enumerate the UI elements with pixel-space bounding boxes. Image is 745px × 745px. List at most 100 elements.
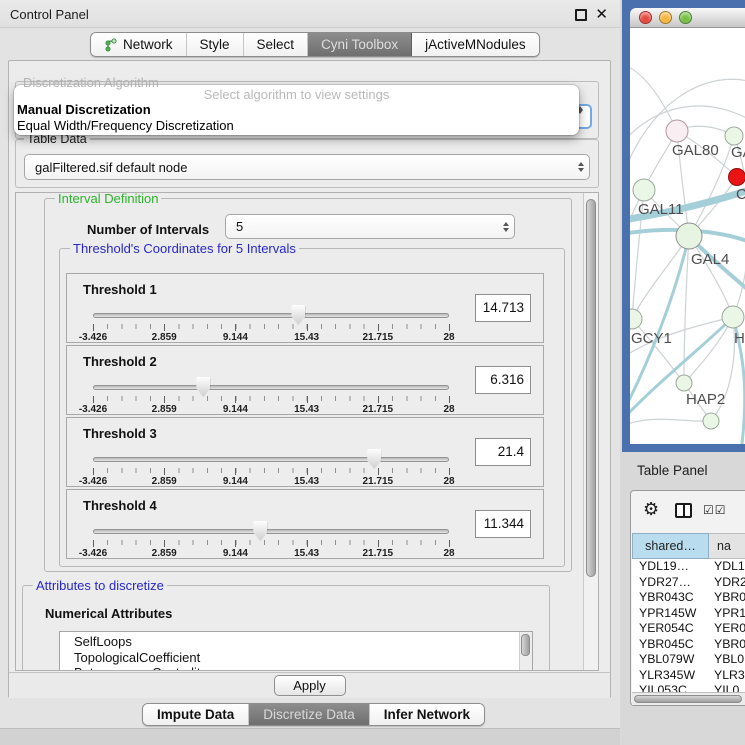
cell-name[interactable]: YDL1 bbox=[709, 559, 745, 575]
column-header-name[interactable]: na bbox=[709, 533, 745, 559]
network-edge[interactable] bbox=[684, 317, 733, 383]
minimize-traffic-light-icon[interactable] bbox=[659, 11, 672, 24]
list-item[interactable]: SelfLoops bbox=[60, 632, 532, 650]
gear-icon[interactable]: ⚙ bbox=[643, 499, 659, 520]
table-row[interactable]: YBR043CYBR0 bbox=[632, 590, 745, 606]
slider-track[interactable] bbox=[93, 385, 449, 390]
network-edge[interactable] bbox=[632, 236, 689, 319]
threshold-3-slider[interactable]: -3.4262.8599.14415.4321.71528 bbox=[93, 446, 449, 486]
network-node-hap2[interactable] bbox=[676, 375, 692, 391]
close-icon[interactable]: ✕ bbox=[595, 5, 608, 23]
table-row[interactable]: YBR045CYBR0 bbox=[632, 637, 745, 653]
network-node-c[interactable] bbox=[729, 169, 745, 186]
select-columns-icon[interactable]: ☑☑ bbox=[703, 503, 727, 517]
slider-thumb[interactable] bbox=[367, 449, 381, 469]
network-edge[interactable] bbox=[632, 319, 684, 383]
column-header-shared-name[interactable]: shared… bbox=[632, 533, 709, 559]
slider-track[interactable] bbox=[93, 457, 449, 462]
number-of-intervals-combobox[interactable]: 5 bbox=[225, 214, 515, 239]
tab-style[interactable]: Style bbox=[187, 33, 244, 56]
tab-cyni-toolbox[interactable]: Cyni Toolbox bbox=[308, 33, 412, 56]
table-row[interactable]: YLR345WYLR3 bbox=[632, 668, 745, 684]
slider-track[interactable] bbox=[93, 529, 449, 534]
network-edge[interactable] bbox=[689, 236, 733, 317]
cell-shared-name[interactable]: YBR043C bbox=[632, 590, 709, 606]
tab-select[interactable]: Select bbox=[244, 33, 309, 56]
cell-shared-name[interactable]: YDL19… bbox=[632, 559, 709, 575]
network-node-gal4[interactable] bbox=[676, 223, 702, 249]
settings-scroll-viewport: Interval Definition Number of Intervals … bbox=[15, 192, 599, 671]
cell-shared-name[interactable]: YPR145W bbox=[632, 606, 709, 622]
cell-name[interactable]: YBR0 bbox=[709, 590, 745, 606]
threshold-3-value-field[interactable]: 21.4 bbox=[475, 438, 531, 466]
slider-major-tick bbox=[164, 540, 165, 547]
cell-name[interactable]: YIL0 bbox=[709, 683, 745, 692]
network-node-gal80[interactable] bbox=[666, 120, 688, 142]
table-horizontal-scrollbar[interactable] bbox=[632, 692, 745, 705]
cell-shared-name[interactable]: YER054C bbox=[632, 621, 709, 637]
tab-discretize-data[interactable]: Discretize Data bbox=[249, 704, 370, 725]
network-window-titlebar[interactable] bbox=[630, 8, 745, 28]
network-node-h[interactable] bbox=[722, 306, 744, 328]
columns-icon[interactable] bbox=[675, 503, 692, 518]
slider-thumb[interactable] bbox=[196, 377, 210, 397]
cell-name[interactable]: YBR0 bbox=[709, 637, 745, 653]
settings-vertical-scrollbar[interactable] bbox=[583, 193, 598, 670]
tab-jactivemnodules[interactable]: jActiveMNodules bbox=[412, 33, 539, 56]
slider-major-tick bbox=[93, 324, 94, 331]
cell-name[interactable]: YLR3 bbox=[709, 668, 745, 684]
scrollbar-thumb[interactable] bbox=[586, 199, 596, 577]
cell-shared-name[interactable]: YBL079W bbox=[632, 652, 709, 668]
threshold-4-value-field[interactable]: 11.344 bbox=[475, 510, 531, 538]
number-of-intervals-label: Number of Intervals bbox=[87, 222, 209, 237]
attributes-list-scrollbar[interactable] bbox=[519, 632, 532, 671]
table-row[interactable]: YPR145WYPR1 bbox=[632, 606, 745, 622]
cell-shared-name[interactable]: YLR345W bbox=[632, 668, 709, 684]
algorithm-option-equal-width-frequency[interactable]: Equal Width/Frequency Discretization bbox=[14, 118, 579, 134]
slider-track[interactable] bbox=[93, 313, 449, 318]
threshold-4-slider[interactable]: -3.4262.8599.14415.4321.71528 bbox=[93, 518, 449, 558]
slider-tick-label: 9.144 bbox=[223, 476, 248, 487]
table-row[interactable]: YIL053CYIL0 bbox=[632, 683, 745, 692]
network-node-gcy1[interactable] bbox=[630, 309, 642, 329]
cell-name[interactable]: YER0 bbox=[709, 621, 745, 637]
threshold-1-slider[interactable]: -3.4262.8599.14415.4321.71528 bbox=[93, 302, 449, 342]
table-row[interactable]: YDL19…YDL1 bbox=[632, 559, 745, 575]
scrollbar-thumb[interactable] bbox=[521, 634, 530, 656]
table-data-combobox[interactable]: galFiltered.sif default node bbox=[24, 154, 590, 180]
slider-thumb[interactable] bbox=[253, 521, 267, 541]
network-node[interactable] bbox=[703, 413, 719, 429]
table-row[interactable]: YDR27…YDR2 bbox=[632, 575, 745, 591]
cell-name[interactable]: YDR2 bbox=[709, 575, 745, 591]
apply-button[interactable]: Apply bbox=[274, 675, 346, 696]
cell-name[interactable]: YBL0 bbox=[709, 652, 745, 668]
tab-impute-data[interactable]: Impute Data bbox=[143, 704, 249, 725]
cell-shared-name[interactable]: YBR045C bbox=[632, 637, 709, 653]
network-node-ga[interactable] bbox=[725, 127, 743, 145]
scrollbar-thumb[interactable] bbox=[634, 695, 742, 703]
cell-name[interactable]: YPR1 bbox=[709, 606, 745, 622]
zoom-traffic-light-icon[interactable] bbox=[679, 11, 692, 24]
close-traffic-light-icon[interactable] bbox=[639, 11, 652, 24]
network-edge[interactable] bbox=[630, 419, 711, 426]
network-node-gal11[interactable] bbox=[633, 179, 655, 201]
table-row[interactable]: YBL079WYBL0 bbox=[632, 652, 745, 668]
tab-infer-network[interactable]: Infer Network bbox=[370, 704, 484, 725]
cell-shared-name[interactable]: YDR27… bbox=[632, 575, 709, 591]
threshold-2-value-field[interactable]: 6.316 bbox=[475, 366, 531, 394]
threshold-1-value-field[interactable]: 14.713 bbox=[475, 294, 531, 322]
network-canvas[interactable]: GAL80GACGAL11GAL4GCY1HHAP2 bbox=[630, 28, 745, 444]
interval-definition-group-title: Interval Definition bbox=[55, 192, 161, 206]
cell-shared-name[interactable]: YIL053C bbox=[632, 683, 709, 692]
algorithm-option-manual-discretization[interactable]: Manual Discretization bbox=[14, 102, 579, 118]
tab-network[interactable]: Network bbox=[91, 33, 187, 56]
table-panel-card: ⚙ ☑☑ shared… na YDL19…YDL1 YDR27…YDR2 YB… bbox=[630, 490, 745, 706]
threshold-2-slider[interactable]: -3.4262.8599.14415.4321.71528 bbox=[93, 374, 449, 414]
slider-thumb[interactable] bbox=[291, 305, 305, 325]
window-bottom-edge bbox=[0, 728, 620, 745]
network-edge[interactable] bbox=[733, 136, 745, 317]
list-item[interactable]: BetweennessCentrality bbox=[60, 665, 532, 671]
float-window-icon[interactable] bbox=[575, 9, 587, 21]
table-row[interactable]: YER054CYER0 bbox=[632, 621, 745, 637]
list-item[interactable]: TopologicalCoefficient bbox=[60, 650, 532, 666]
